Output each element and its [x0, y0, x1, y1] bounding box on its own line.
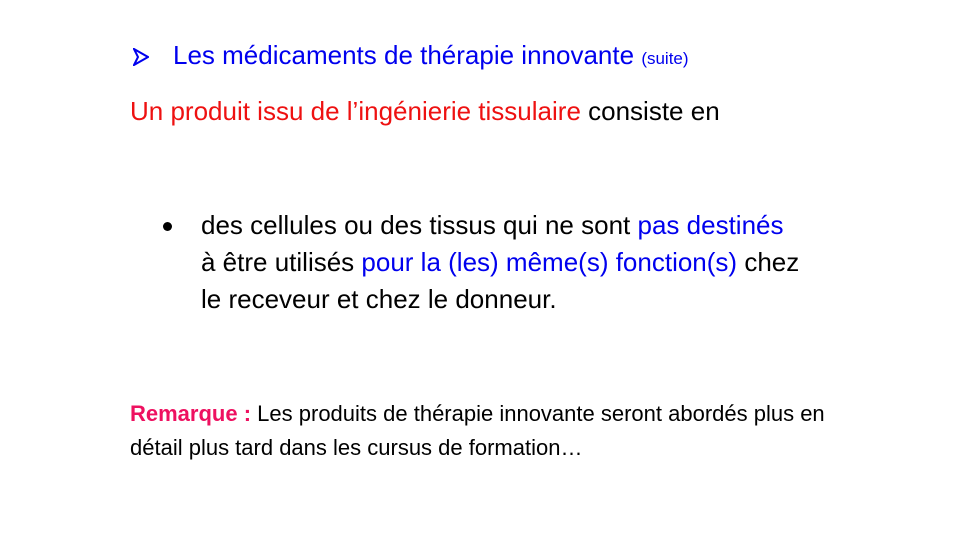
- bullet-text: des cellules ou des tissus qui ne sont p…: [201, 207, 801, 318]
- bullet-highlight-2: pour la (les) même(s) fonction(s): [361, 247, 738, 277]
- bullet-part-1: des cellules ou des tissus qui ne sont: [201, 210, 631, 240]
- intro-rest: consiste en: [588, 96, 720, 126]
- arrowhead-bullet-icon: [131, 38, 173, 72]
- slide: Les médicaments de thérapie innovante (s…: [0, 0, 960, 540]
- heading-suffix: (suite): [641, 49, 689, 68]
- bullet-part-3: à être utilisés: [201, 247, 355, 277]
- heading-title: Les médicaments de thérapie innovante: [173, 40, 635, 70]
- round-bullet-icon: [163, 222, 172, 231]
- slide-heading: Les médicaments de thérapie innovante (s…: [131, 38, 689, 76]
- remark-label: Remarque :: [130, 401, 252, 426]
- intro-paragraph: Un produit issu de l’ingénierie tissulai…: [130, 93, 830, 130]
- bullet-highlight-1: pas destinés: [637, 210, 784, 240]
- intro-highlight: Un produit issu de l’ingénierie tissulai…: [130, 96, 581, 126]
- remark-paragraph: Remarque : Les produits de thérapie inno…: [130, 397, 830, 465]
- bullet-item: des cellules ou des tissus qui ne sont p…: [163, 207, 803, 318]
